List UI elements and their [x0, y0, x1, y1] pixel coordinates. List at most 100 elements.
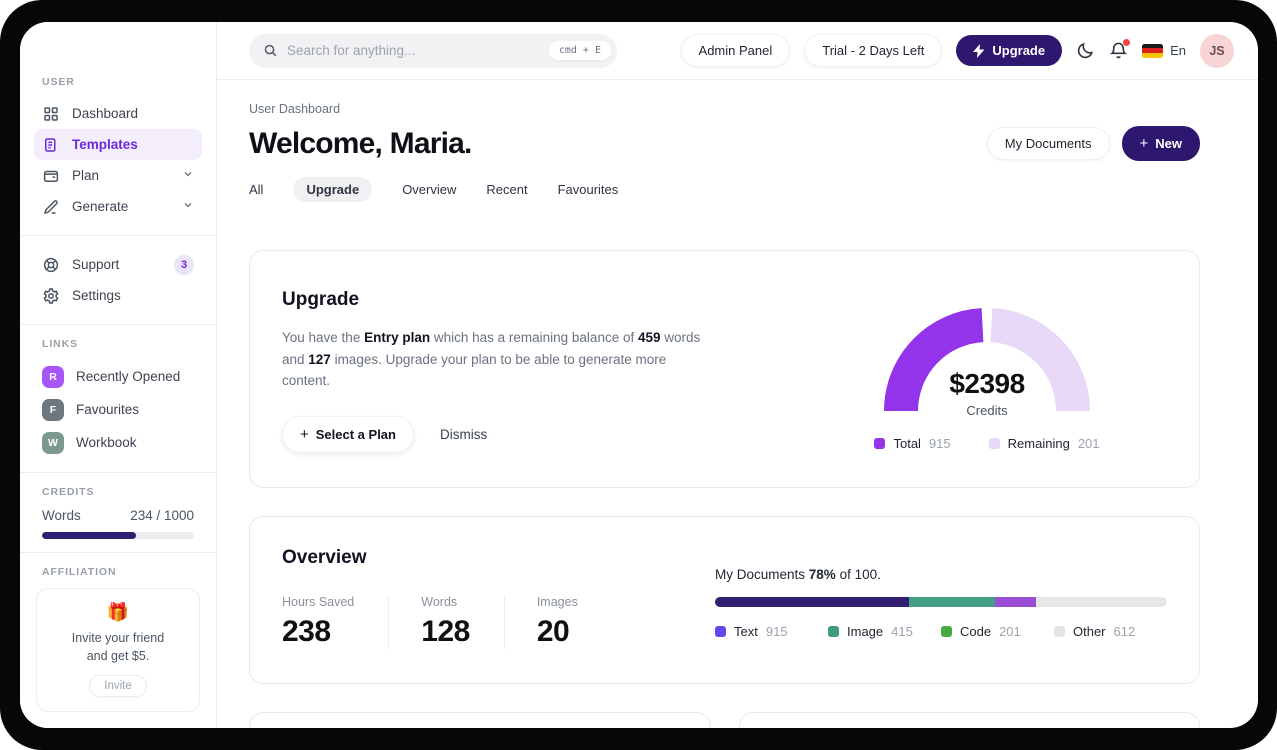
main-area: cmd + E Admin Panel Trial - 2 Days Left …	[217, 22, 1258, 728]
credits-gauge-chart: $2398 Credits	[869, 289, 1105, 418]
tab-recent[interactable]: Recent	[486, 177, 527, 202]
user-avatar[interactable]: JS	[1200, 33, 1234, 68]
sidebar-item-generate[interactable]: Generate	[34, 191, 202, 222]
topbar-actions: Admin Panel Trial - 2 Days Left Upgrade	[680, 33, 1234, 68]
tab-bar: All Upgrade Overview Recent Favourites	[249, 177, 1200, 202]
select-plan-button[interactable]: + Select a Plan	[282, 415, 414, 453]
stat-label: Words	[421, 594, 458, 609]
sidebar-divider	[20, 552, 216, 553]
stat-hours-saved: Hours Saved 238	[282, 595, 388, 649]
link-label: Favourites	[76, 402, 140, 417]
tab-favourites[interactable]: Favourites	[558, 177, 619, 202]
sidebar-section-credits: CREDITS	[42, 486, 95, 498]
language-selector[interactable]: En	[1142, 43, 1186, 58]
pencil-icon	[43, 199, 58, 214]
legend-value: 201	[1077, 436, 1100, 451]
dark-mode-toggle[interactable]	[1076, 41, 1095, 60]
new-button-label: New	[1155, 136, 1182, 151]
select-plan-label: Select a Plan	[315, 426, 396, 442]
stat-images: Images 20	[503, 594, 612, 649]
upgrade-card-body: You have the Entry plan which has a rema…	[282, 330, 701, 389]
sidebar-link-recently-opened[interactable]: R Recently Opened	[34, 360, 202, 393]
link-initial-badge: R	[42, 365, 64, 388]
credits-type-label: Words	[42, 508, 81, 523]
legend-item-total: Total 915	[874, 436, 951, 451]
sidebar-item-templates[interactable]: Templates	[34, 129, 202, 160]
sidebar-divider	[20, 472, 216, 473]
plus-icon: +	[1139, 135, 1149, 152]
legend-value: 415	[891, 623, 913, 639]
support-badge: 3	[174, 254, 194, 275]
notifications-button[interactable]	[1109, 39, 1131, 60]
sidebar-item-label: Plan	[72, 168, 100, 183]
legend-value: 612	[1113, 623, 1136, 639]
legend-label: Total	[893, 436, 921, 451]
sidebar-link-workbook[interactable]: W Workbook	[34, 426, 202, 459]
affiliation-text: Invite your friend and get $5.	[47, 629, 189, 665]
notification-dot	[1123, 39, 1131, 46]
sidebar-section-links: LINKS	[42, 338, 78, 350]
tab-overview[interactable]: Overview	[402, 177, 456, 202]
lifebuoy-icon	[43, 257, 59, 272]
legend-swatch	[715, 625, 726, 637]
credits-gauge-block: $2398 Credits Total 915 Remaining 201	[837, 289, 1137, 453]
legend-swatch	[828, 625, 839, 637]
legend-item-text: Text 915	[715, 624, 828, 639]
bar-segment-code	[995, 596, 1036, 607]
search-shortcut-hint: cmd + E	[548, 41, 611, 60]
sidebar-item-dashboard[interactable]: Dashboard	[34, 98, 202, 129]
legend-label: Other	[1073, 623, 1106, 639]
trial-status-button[interactable]: Trial - 2 Days Left	[804, 34, 943, 67]
affiliation-text-line1: Invite your friend	[71, 631, 165, 645]
legend-swatch	[1054, 625, 1065, 637]
language-label: En	[1170, 43, 1186, 58]
breadcrumb: User Dashboard	[249, 102, 341, 116]
sidebar-section-user: USER	[42, 76, 75, 88]
sidebar-item-plan[interactable]: Plan	[34, 160, 202, 191]
sidebar-link-favourites[interactable]: F Favourites	[34, 393, 202, 426]
affiliation-card: 🎁 Invite your friend and get $5. Invite	[36, 588, 200, 713]
affiliation-text-line2: and get $5.	[86, 649, 150, 664]
gear-icon	[43, 287, 59, 304]
legend-swatch	[988, 438, 1000, 449]
invite-button[interactable]: Invite	[89, 675, 147, 698]
sidebar-item-settings[interactable]: Settings	[34, 280, 202, 311]
admin-panel-button[interactable]: Admin Panel	[680, 34, 791, 67]
stat-value: 20	[536, 614, 570, 648]
legend-label: Remaining	[1007, 436, 1070, 451]
legend-value: 915	[765, 623, 788, 639]
my-documents-button[interactable]: My Documents	[986, 127, 1110, 160]
sidebar-item-label: Dashboard	[72, 106, 139, 121]
credits-value: 234 / 1000	[130, 508, 194, 523]
stat-label: Images	[536, 594, 578, 609]
sidebar-item-label: Settings	[72, 288, 121, 303]
chevron-down-icon	[182, 168, 194, 183]
sidebar-item-label: Support	[72, 257, 120, 272]
dismiss-button[interactable]: Dismiss	[440, 427, 487, 442]
stat-words: Words 128	[388, 594, 504, 649]
legend-value: 915	[928, 436, 951, 451]
tab-all[interactable]: All	[249, 177, 263, 202]
search-input[interactable]	[287, 43, 540, 58]
credits-progress-fill	[42, 532, 137, 539]
content-area: User Dashboard Welcome, Maria. My Docume…	[217, 80, 1258, 728]
bar-legend: Text 915 Image 415 Code 201 Other 612	[715, 624, 1167, 639]
legend-item-code: Code 201	[941, 624, 1054, 639]
legend-value: 201	[999, 623, 1021, 639]
upgrade-button[interactable]: Upgrade	[956, 35, 1063, 66]
documents-card: Documents Favourites Untitled Document i…	[249, 711, 711, 728]
new-button[interactable]: + New	[1121, 126, 1200, 161]
german-flag-icon	[1142, 43, 1164, 58]
search-bar[interactable]: cmd + E	[249, 33, 617, 68]
sidebar-item-support[interactable]: Support 3	[34, 249, 202, 280]
wallet-icon	[43, 170, 59, 182]
legend-swatch	[941, 625, 952, 637]
sidebar-section-affiliation: AFFILIATION	[42, 566, 117, 578]
legend-item-remaining: Remaining 201	[988, 436, 1100, 451]
overview-card-title: Overview	[282, 546, 367, 568]
legend-label: Code	[960, 623, 992, 639]
sidebar-divider	[20, 235, 216, 236]
sidebar: USER Dashboard Templates Plan Generate S…	[20, 22, 217, 728]
topbar: cmd + E Admin Panel Trial - 2 Days Left …	[217, 22, 1258, 80]
tab-upgrade[interactable]: Upgrade	[293, 177, 373, 202]
